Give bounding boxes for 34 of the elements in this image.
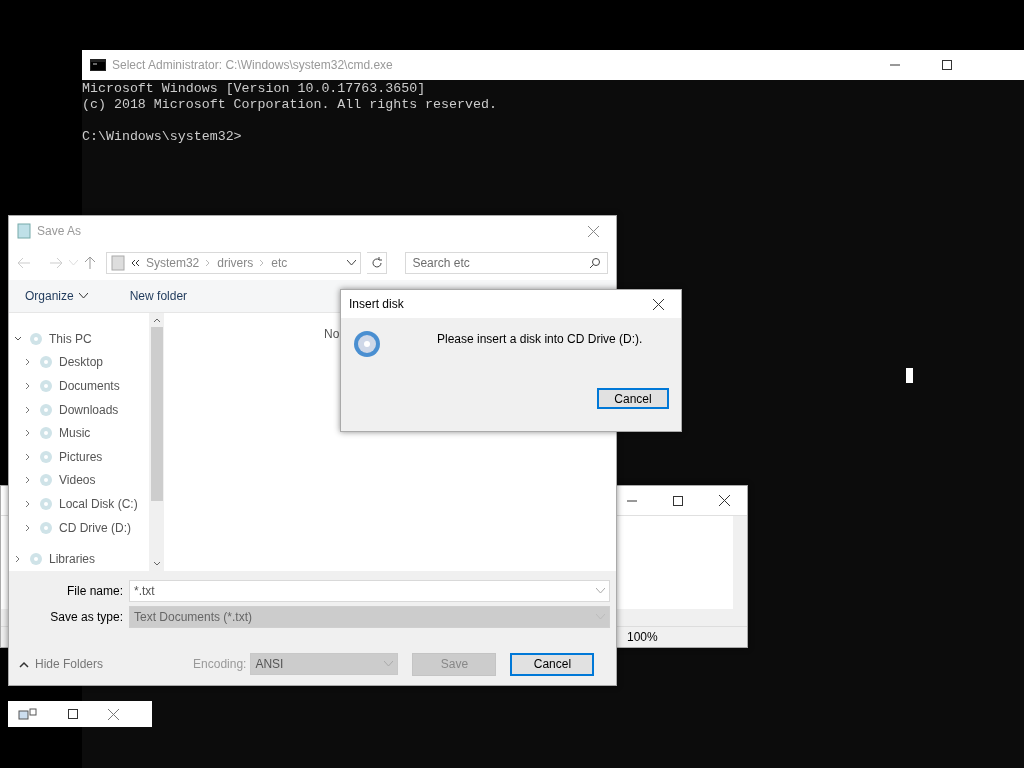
- field-label: Encoding:: [193, 657, 247, 671]
- message-text: Please insert a disk into CD Drive (D:).: [437, 332, 643, 348]
- tree-item[interactable]: Local Disk (C:): [9, 492, 149, 516]
- file-name-field[interactable]: *.txt: [129, 580, 610, 602]
- tree-item[interactable]: This PC: [9, 327, 149, 351]
- file-type-dropdown[interactable]: Text Documents (*.txt): [129, 606, 610, 628]
- breadcrumb[interactable]: etc: [271, 256, 288, 270]
- empty-message: No: [324, 327, 340, 341]
- window-title: Save As: [37, 224, 82, 238]
- toolbar-button[interactable]: New folder: [123, 289, 194, 303]
- tree-item[interactable]: CD Drive (D:): [9, 515, 149, 540]
- tree-item[interactable]: Music: [9, 421, 149, 445]
- console-line: (c) 2018 Microsoft Corporation. All rights reserved.: [82, 97, 498, 113]
- tree-item[interactable]: Documents: [9, 374, 149, 398]
- breadcrumb[interactable]: drivers: [217, 256, 254, 270]
- search-field[interactable]: Search etc: [405, 252, 608, 274]
- console-line: Microsoft Windows [Version 10.0.17763.3650]: [82, 81, 427, 97]
- tree-item[interactable]: Libraries: [9, 547, 149, 571]
- tree-item[interactable]: Downloads: [9, 397, 149, 422]
- window-title: Insert disk: [349, 297, 404, 311]
- tree-item[interactable]: Pictures: [9, 444, 149, 469]
- toolbar-button[interactable]: Organize: [19, 289, 94, 303]
- breadcrumb[interactable]: System32: [145, 256, 200, 270]
- tree-item[interactable]: Videos: [9, 468, 149, 493]
- field-label: File name:: [65, 584, 123, 598]
- hide-folders-button[interactable]: Hide Folders: [19, 657, 104, 671]
- field-label: Save as type:: [49, 610, 123, 624]
- tree-item[interactable]: Desktop: [9, 350, 149, 375]
- console-prompt: C:\Windows\system32>: [82, 129, 243, 145]
- address-bar[interactable]: System32 drivers etc: [105, 252, 362, 274]
- dialog-button[interactable]: Cancel: [510, 652, 595, 676]
- cancel-button[interactable]: Cancel: [597, 388, 669, 409]
- window-title: Select Administrator: C:\Windows\system32\cmd.exe: [112, 58, 393, 72]
- zoom-level: 100%: [627, 630, 658, 644]
